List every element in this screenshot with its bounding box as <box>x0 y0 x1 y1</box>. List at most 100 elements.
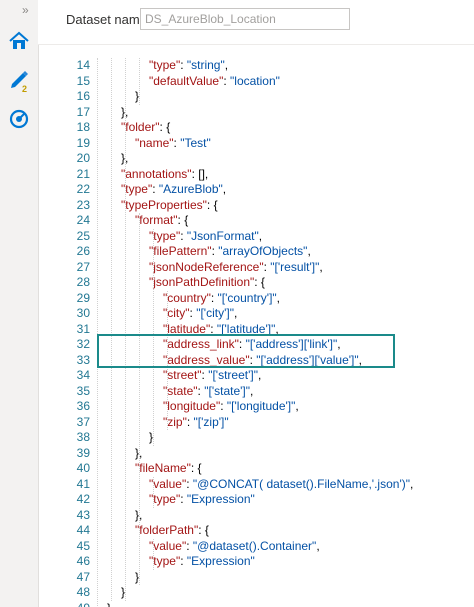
line-number: 43 <box>76 507 90 522</box>
line-number: 41 <box>76 476 90 491</box>
line-number: 25 <box>76 228 90 243</box>
left-activity-bar: » 2 <box>0 0 39 607</box>
code-text: "type": "JsonFormat", <box>149 229 262 245</box>
code-line: 47} <box>38 570 474 586</box>
indent-guide <box>153 538 154 570</box>
json-string: "['zip']" <box>193 414 229 429</box>
json-key: "folderPath" <box>135 523 199 537</box>
line-number: 24 <box>76 213 90 227</box>
json-punctuation: : { <box>206 197 218 212</box>
json-string: "['state']" <box>204 383 251 398</box>
json-punctuation: } <box>107 601 111 607</box>
json-punctuation: , <box>307 244 311 258</box>
json-key: "jsonNodeReference" <box>149 259 264 274</box>
json-punctuation: : <box>180 228 187 243</box>
json-key: "annotations" <box>121 166 192 181</box>
json-punctuation: : { <box>198 523 209 537</box>
code-line: 48} <box>38 585 474 601</box>
dataset-name-input[interactable] <box>140 8 350 30</box>
code-line: 24 "format": { <box>38 213 474 229</box>
line-number: 14 <box>76 58 90 72</box>
line-number: 21 <box>76 166 90 181</box>
code-line: 16} <box>38 89 474 105</box>
json-punctuation: , <box>224 58 229 72</box>
json-key: "filePattern" <box>149 244 212 258</box>
json-punctuation: , <box>410 476 414 491</box>
json-punctuation: , <box>295 399 299 413</box>
json-punctuation: , <box>257 368 262 382</box>
code-line: 41 "value": "@CONCAT( dataset().FileName,… <box>38 477 474 493</box>
json-string: "@CONCAT( dataset().FileName,'.json')" <box>192 476 410 491</box>
json-punctuation: : { <box>159 120 171 134</box>
code-text: "typeProperties": { <box>121 198 218 214</box>
json-key: "longitude" <box>163 399 221 413</box>
line-number: 22 <box>76 182 90 196</box>
code-line: 29 "country": "['country']", <box>38 291 474 307</box>
dataset-header: Dataset name <box>38 0 474 45</box>
line-number: 48 <box>76 585 90 599</box>
json-punctuation: : <box>180 492 187 506</box>
line-number: 28 <box>76 275 90 289</box>
line-number: 38 <box>76 430 90 444</box>
json-punctuation: : <box>186 414 194 429</box>
line-number: 44 <box>76 523 90 537</box>
indent-guide <box>139 58 140 105</box>
json-string: "arrayOfObjects" <box>218 244 308 258</box>
code-text: "value": "@dataset().Container", <box>149 539 320 555</box>
code-line: 15 "defaultValue": "location" <box>38 74 474 90</box>
collapse-sidebar-icon[interactable]: » <box>22 3 29 17</box>
json-key: "folder" <box>121 120 160 134</box>
indent-guide <box>153 476 154 508</box>
line-number: 35 <box>76 383 90 398</box>
line-number: 47 <box>76 569 90 584</box>
code-line: 36 "longitude": "['longitude']", <box>38 399 474 415</box>
json-key: "fileName" <box>135 461 191 475</box>
json-punctuation: , <box>222 182 227 196</box>
monitor-gauge-icon[interactable] <box>4 104 34 134</box>
code-line: 34 "street": "['street']", <box>38 368 474 384</box>
line-number: 32 <box>76 337 90 351</box>
code-text: } <box>107 601 111 607</box>
json-punctuation: : <box>220 399 227 413</box>
json-string: "AzureBlob" <box>158 182 223 196</box>
code-text: "jsonNodeReference": "['result']", <box>149 260 323 276</box>
json-code-editor[interactable]: 14 "type": "string", 15 "defaultValue": "lo… <box>38 52 474 607</box>
json-string: "['street']" <box>208 368 258 382</box>
home-icon[interactable] <box>4 26 34 56</box>
line-number: 34 <box>76 368 90 382</box>
line-number: 49 <box>38 601 90 607</box>
line-number: 37 <box>76 414 90 429</box>
line-number: 45 <box>76 538 90 553</box>
code-line: 39}, <box>38 446 474 462</box>
json-punctuation: : <box>180 554 187 568</box>
code-text: "filePattern": "arrayOfObjects", <box>149 244 311 260</box>
code-line: 44 "folderPath": { <box>38 523 474 539</box>
code-line: 42 "type": "Expression" <box>38 492 474 508</box>
code-line: 45 "value": "@dataset().Container", <box>38 539 474 555</box>
json-punctuation: , <box>258 228 263 243</box>
json-punctuation: : { <box>254 275 265 289</box>
code-text: "defaultValue": "location" <box>149 74 280 90</box>
pencil-icon[interactable] <box>4 64 34 94</box>
indent-guide <box>139 213 140 585</box>
json-punctuation: : <box>210 290 218 305</box>
line-number: 29 <box>76 290 90 305</box>
line-number: 31 <box>76 321 90 336</box>
json-punctuation: : <box>186 476 193 491</box>
json-string: "location" <box>230 73 280 88</box>
code-text: "fileName": { <box>135 461 202 477</box>
code-text: "name": "Test" <box>135 136 211 152</box>
json-string: "['country']" <box>217 290 277 305</box>
code-line: 25 "type": "JsonFormat", <box>38 229 474 245</box>
dataset-name-label: Dataset name <box>66 12 147 27</box>
json-key: "jsonPathDefinition" <box>149 275 255 289</box>
json-string: "['city']" <box>196 306 234 320</box>
code-line: 19 "name": "Test" <box>38 136 474 152</box>
code-line: 49} <box>38 601 474 607</box>
json-string: "['result']" <box>270 259 320 274</box>
code-line: 26 "filePattern": "arrayOfObjects", <box>38 244 474 260</box>
code-line: 27 "jsonNodeReference": "['result']", <box>38 260 474 276</box>
code-line: 37 "zip": "['zip']" <box>38 415 474 431</box>
json-punctuation: : <box>186 538 193 553</box>
code-line: 46 "type": "Expression" <box>38 554 474 570</box>
